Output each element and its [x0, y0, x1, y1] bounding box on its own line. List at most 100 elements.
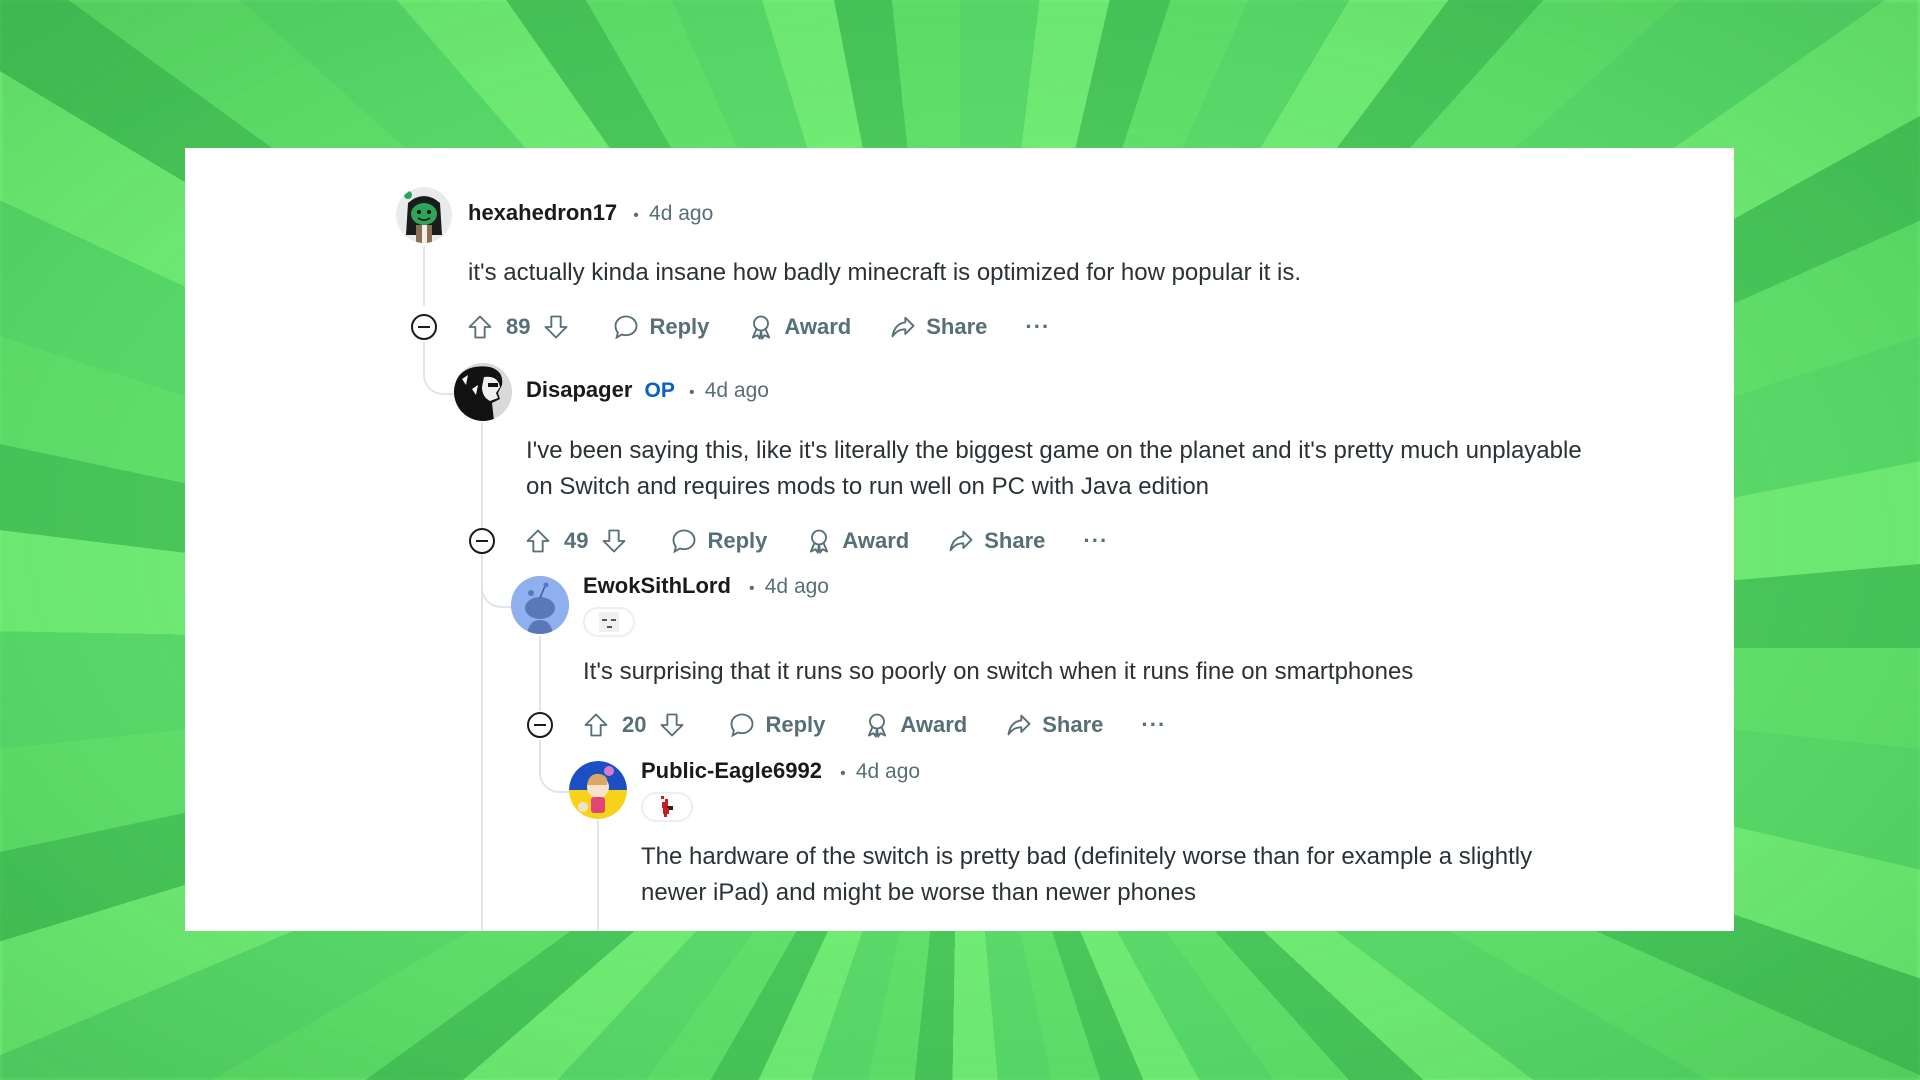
timestamp[interactable]: 4d ago — [856, 760, 920, 783]
reply-button[interactable]: Reply — [728, 711, 825, 739]
comment-line: The hardware of the switch is pretty bad… — [641, 843, 1533, 870]
share-icon — [949, 530, 973, 552]
share-icon — [1007, 714, 1031, 736]
downvote-icon[interactable] — [658, 711, 686, 739]
comment-bubble-icon — [731, 713, 754, 738]
user-flair — [583, 607, 635, 637]
share-label: Share — [1042, 712, 1104, 737]
downvote-icon[interactable] — [542, 313, 570, 341]
award-label: Award — [842, 528, 910, 553]
username[interactable]: Disapager — [526, 377, 632, 402]
user-flair — [641, 792, 693, 822]
award-icon — [752, 315, 771, 340]
reply-button[interactable]: Reply — [670, 527, 767, 555]
vote-controls: 20 — [582, 711, 686, 739]
more-icon: ··· — [1025, 314, 1051, 339]
minus-icon — [476, 540, 488, 542]
timestamp[interactable]: 4d ago — [705, 379, 769, 402]
comment-bubble-icon — [673, 529, 696, 554]
username[interactable]: Public-Eagle6992 — [641, 758, 822, 783]
avatar[interactable] — [569, 761, 627, 819]
more-options-button[interactable]: ··· — [1025, 314, 1050, 340]
comment-actions: 20 Reply Award Share ··· — [582, 705, 1204, 745]
more-icon: ··· — [1083, 528, 1109, 553]
downvote-icon[interactable] — [600, 527, 628, 555]
separator: • — [688, 384, 695, 401]
collapse-button[interactable] — [527, 712, 553, 738]
separator: • — [749, 580, 755, 597]
username[interactable]: EwokSithLord — [583, 573, 731, 598]
comment-line: it's actually kinda insane how badly min… — [468, 259, 1301, 286]
award-label: Award — [784, 314, 852, 339]
black-white-portrait-avatar-icon — [454, 363, 512, 421]
share-label: Share — [984, 528, 1046, 553]
collapse-button[interactable] — [469, 528, 495, 554]
more-options-button[interactable]: ··· — [1083, 528, 1108, 554]
avatar[interactable] — [511, 576, 569, 634]
collapse-button[interactable] — [411, 314, 437, 340]
thread-curve-1 — [423, 342, 457, 395]
comment-author-row: Public-Eagle6992 • 4d ago — [641, 758, 920, 784]
comment-actions: 89 Reply Award Share ··· — [466, 307, 1088, 347]
award-button[interactable]: Award — [747, 313, 851, 341]
more-options-button[interactable]: ··· — [1141, 712, 1166, 738]
award-button[interactable]: Award — [805, 527, 909, 555]
comment-line: on Switch and requires mods to run well … — [526, 473, 1210, 500]
green-character-avatar-icon — [396, 187, 452, 243]
comment-body: The hardware of the switch is pretty bad… — [641, 839, 1532, 911]
comment-body: it's actually kinda insane how badly min… — [468, 255, 1301, 291]
comment-author-row: Disapager OP • 4d ago — [526, 377, 769, 403]
upvote-icon[interactable] — [466, 313, 494, 341]
thread-line-2 — [481, 422, 483, 931]
vote-count: 49 — [564, 528, 589, 553]
award-label: Award — [900, 712, 968, 737]
share-button[interactable]: Share — [1005, 711, 1103, 739]
award-icon — [810, 529, 829, 554]
separator: • — [840, 765, 846, 782]
reply-label: Reply — [707, 528, 768, 553]
more-icon: ··· — [1141, 712, 1167, 737]
timestamp[interactable]: 4d ago — [765, 575, 829, 598]
pixel-red-flair-icon — [661, 796, 673, 817]
upvote-icon[interactable] — [582, 711, 610, 739]
vote-count: 89 — [506, 314, 531, 339]
vote-count: 20 — [622, 712, 647, 737]
comment-line: I've been saying this, like it's literal… — [526, 437, 1582, 464]
award-button[interactable]: Award — [863, 711, 967, 739]
blue-yellow-snoo-avatar-icon — [569, 761, 627, 819]
share-icon — [891, 316, 915, 338]
comment-line: newer iPad) and might be worse than newe… — [641, 879, 1196, 906]
thread-curve-3 — [539, 740, 573, 793]
award-icon — [868, 713, 887, 738]
vote-controls: 89 — [466, 313, 570, 341]
username[interactable]: hexahedron17 — [468, 200, 617, 225]
comment-actions: 49 Reply Award Share ··· — [524, 521, 1146, 561]
comment-thread-card: hexahedron17 • 4d ago it's actually kind… — [185, 148, 1734, 931]
comment-body: I've been saying this, like it's literal… — [526, 433, 1582, 505]
thread-curve-2 — [481, 556, 515, 608]
reply-label: Reply — [765, 712, 826, 737]
minus-icon — [418, 326, 430, 328]
reply-label: Reply — [649, 314, 710, 339]
op-badge: OP — [644, 379, 675, 402]
share-button[interactable]: Share — [947, 527, 1045, 555]
share-label: Share — [926, 314, 988, 339]
thread-line-4 — [597, 820, 599, 931]
reply-button[interactable]: Reply — [612, 313, 709, 341]
avatar[interactable] — [396, 187, 452, 243]
comment-body: It's surprising that it runs so poorly o… — [583, 654, 1413, 690]
comment-bubble-icon — [615, 315, 638, 340]
comment-line: It's surprising that it runs so poorly o… — [583, 658, 1414, 685]
thread-line-3 — [539, 636, 541, 711]
timestamp[interactable]: 4d ago — [649, 202, 713, 225]
avatar[interactable] — [454, 363, 512, 421]
default-snoo-avatar-icon — [511, 576, 569, 634]
upvote-icon[interactable] — [524, 527, 552, 555]
separator: • — [633, 207, 639, 224]
minus-icon — [534, 724, 546, 726]
face-emoji-flair-icon — [599, 612, 619, 632]
vote-controls: 49 — [524, 527, 628, 555]
thread-line-1 — [423, 246, 425, 306]
comment-author-row: EwokSithLord • 4d ago — [583, 573, 829, 599]
share-button[interactable]: Share — [889, 313, 987, 341]
